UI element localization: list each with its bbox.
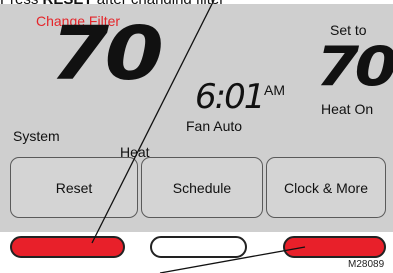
system-label: System xyxy=(13,128,60,144)
set-temperature: 70 xyxy=(316,35,393,98)
clock-and-more-button[interactable]: Clock & More xyxy=(266,157,386,218)
schedule-button[interactable]: Schedule xyxy=(141,157,263,218)
reset-button[interactable]: Reset xyxy=(10,157,138,218)
clock-ampm: AM xyxy=(264,82,285,98)
thermostat-screen: Change Filter 70 6:01 AM Set to 70 Heat … xyxy=(0,4,393,232)
left-highlight-button[interactable] xyxy=(10,236,125,258)
middle-button[interactable] xyxy=(150,236,247,258)
fan-mode: Fan Auto xyxy=(186,118,243,134)
clock-time: 6:01 xyxy=(195,77,265,117)
heat-status: Heat On xyxy=(321,101,374,117)
figure-id: M28089 xyxy=(348,259,385,270)
right-highlight-button[interactable] xyxy=(283,236,386,258)
current-temperature: 70 xyxy=(50,11,164,97)
